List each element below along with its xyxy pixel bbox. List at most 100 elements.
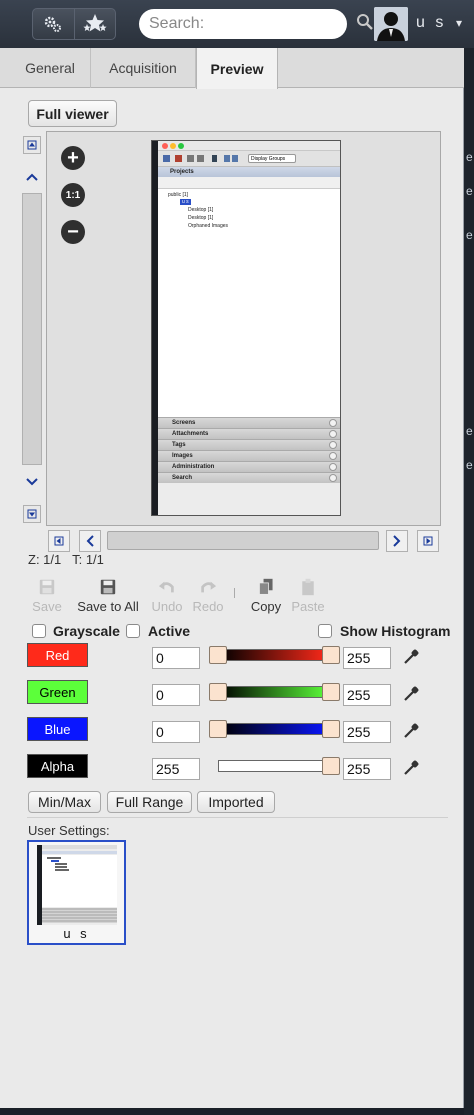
- floppy-disk-icon: [100, 579, 116, 595]
- channel-range-slider[interactable]: [218, 649, 330, 661]
- channel-min-handle[interactable]: [209, 683, 227, 701]
- maximize-dot-icon: [178, 143, 184, 149]
- right-strip-text: e: [466, 228, 473, 242]
- channel-color-button[interactable]: Green: [27, 680, 88, 704]
- channel-min-input[interactable]: 255: [152, 758, 200, 780]
- channel-max-input[interactable]: 255: [343, 721, 391, 743]
- right-strip-text: e: [466, 150, 473, 164]
- thumbnail-projects-header: Projects: [158, 167, 340, 177]
- chevron-up-icon[interactable]: [20, 166, 44, 188]
- channel-min-handle[interactable]: [209, 720, 227, 738]
- grayscale-label: Grayscale: [53, 623, 120, 639]
- user-menu-chevron-down-icon[interactable]: ▾: [456, 16, 462, 30]
- stars-icon[interactable]: [73, 9, 116, 39]
- chevron-icon: [329, 474, 337, 482]
- active-label: Active: [148, 623, 191, 639]
- slider-first-icon[interactable]: [48, 530, 70, 552]
- toolbar-separator: [234, 588, 235, 598]
- image-viewer[interactable]: + 1:1 − Display Groups Projects public […: [46, 131, 441, 526]
- save-to-all-button[interactable]: Save to All: [72, 578, 144, 614]
- right-strip-text: e: [466, 184, 473, 198]
- z-slider-track[interactable]: [22, 193, 42, 465]
- user-name[interactable]: u s: [416, 14, 446, 32]
- full-viewer-button[interactable]: Full viewer: [28, 100, 117, 127]
- eyedropper-icon[interactable]: [400, 720, 422, 742]
- grayscale-checkbox[interactable]: [32, 624, 46, 638]
- eyedropper-icon[interactable]: [400, 683, 422, 705]
- chevron-left-icon[interactable]: [79, 530, 101, 552]
- zoom-in-icon[interactable]: +: [61, 146, 85, 170]
- imported-button[interactable]: Imported: [197, 791, 275, 813]
- thumbnail-section: Search: [158, 472, 340, 483]
- channel-max-input[interactable]: 255: [343, 684, 391, 706]
- redo-arrow-icon: [201, 581, 217, 593]
- min-max-button[interactable]: Min/Max: [28, 791, 101, 813]
- zoom-reset-icon[interactable]: 1:1: [61, 183, 85, 207]
- tab-general[interactable]: General: [10, 48, 91, 88]
- channel-max-handle[interactable]: [322, 683, 340, 701]
- full-range-button[interactable]: Full Range: [107, 791, 192, 813]
- chevron-icon: [329, 419, 337, 427]
- channel-range-slider[interactable]: [218, 723, 330, 735]
- thumbnail-toolbar: Display Groups: [158, 151, 340, 167]
- active-checkbox[interactable]: [126, 624, 140, 638]
- slider-top-icon[interactable]: [23, 136, 41, 154]
- z-label: Z: 1/1: [28, 552, 62, 567]
- chevron-down-icon[interactable]: [20, 471, 44, 493]
- channel-color-button[interactable]: Blue: [27, 717, 88, 741]
- chevron-icon: [329, 441, 337, 449]
- t-slider-track[interactable]: [107, 531, 379, 550]
- thumbnail-section-label: Search: [172, 475, 193, 481]
- show-histogram-checkbox[interactable]: [318, 624, 332, 638]
- channel-range-slider[interactable]: [218, 760, 330, 772]
- save-button[interactable]: Save: [30, 578, 64, 614]
- thumbnail-section-label: Images: [172, 453, 193, 459]
- channel-min-input[interactable]: 0: [152, 721, 200, 743]
- zoom-out-icon[interactable]: −: [61, 220, 85, 244]
- channel-max-input[interactable]: 255: [343, 758, 391, 780]
- minimize-dot-icon: [170, 143, 176, 149]
- channel-max-input[interactable]: 255: [343, 647, 391, 669]
- channel-color-button[interactable]: Alpha: [27, 754, 88, 778]
- undo-button[interactable]: Undo: [149, 578, 185, 614]
- copy-button[interactable]: Copy: [248, 578, 284, 614]
- tree-item: public [1]: [168, 192, 189, 198]
- right-strip-text: e: [466, 424, 473, 438]
- thumbnail-section: Tags: [158, 439, 340, 450]
- channel-color-button[interactable]: Red: [27, 643, 88, 667]
- paste-icon: [302, 578, 314, 596]
- channel-min-handle[interactable]: [209, 646, 227, 664]
- eyedropper-icon[interactable]: [400, 646, 422, 668]
- slider-last-icon[interactable]: [417, 530, 439, 552]
- search-input[interactable]: [149, 15, 356, 33]
- eyedropper-icon[interactable]: [400, 757, 422, 779]
- paste-button[interactable]: Paste: [290, 578, 326, 614]
- user-settings-card[interactable]: u s: [27, 840, 126, 945]
- settings-gears-icon[interactable]: [33, 9, 74, 39]
- divider: [27, 817, 448, 818]
- tree-item: Desktop [1]: [188, 207, 214, 213]
- channel-max-handle[interactable]: [322, 757, 340, 775]
- channel-max-handle[interactable]: [322, 720, 340, 738]
- redo-button[interactable]: Redo: [190, 578, 226, 614]
- channel-min-input[interactable]: 0: [152, 684, 200, 706]
- channel-range-slider[interactable]: [218, 686, 330, 698]
- tab-preview[interactable]: Preview: [196, 48, 278, 89]
- user-settings-label: User Settings:: [28, 823, 110, 838]
- redo-label: Redo: [192, 599, 224, 614]
- thumbnail-section-label: Tags: [172, 442, 186, 448]
- thumbnail-section-label: Administration: [172, 464, 215, 470]
- tab-bar: General Acquisition Preview: [0, 48, 464, 89]
- tab-acquisition[interactable]: Acquisition: [91, 48, 196, 88]
- chevron-right-icon[interactable]: [386, 530, 408, 552]
- thumbnail-titlebar: [158, 141, 340, 151]
- tree-item: Orphaned Images: [188, 223, 229, 229]
- top-bar: u s ▾: [0, 0, 474, 48]
- channel-min-input[interactable]: 0: [152, 647, 200, 669]
- channel-max-handle[interactable]: [322, 646, 340, 664]
- user-avatar-icon[interactable]: [374, 7, 408, 41]
- search-icon[interactable]: [356, 13, 374, 36]
- tree-item: u s: [180, 199, 191, 205]
- slider-bottom-icon[interactable]: [23, 505, 41, 523]
- undo-arrow-icon: [158, 581, 174, 593]
